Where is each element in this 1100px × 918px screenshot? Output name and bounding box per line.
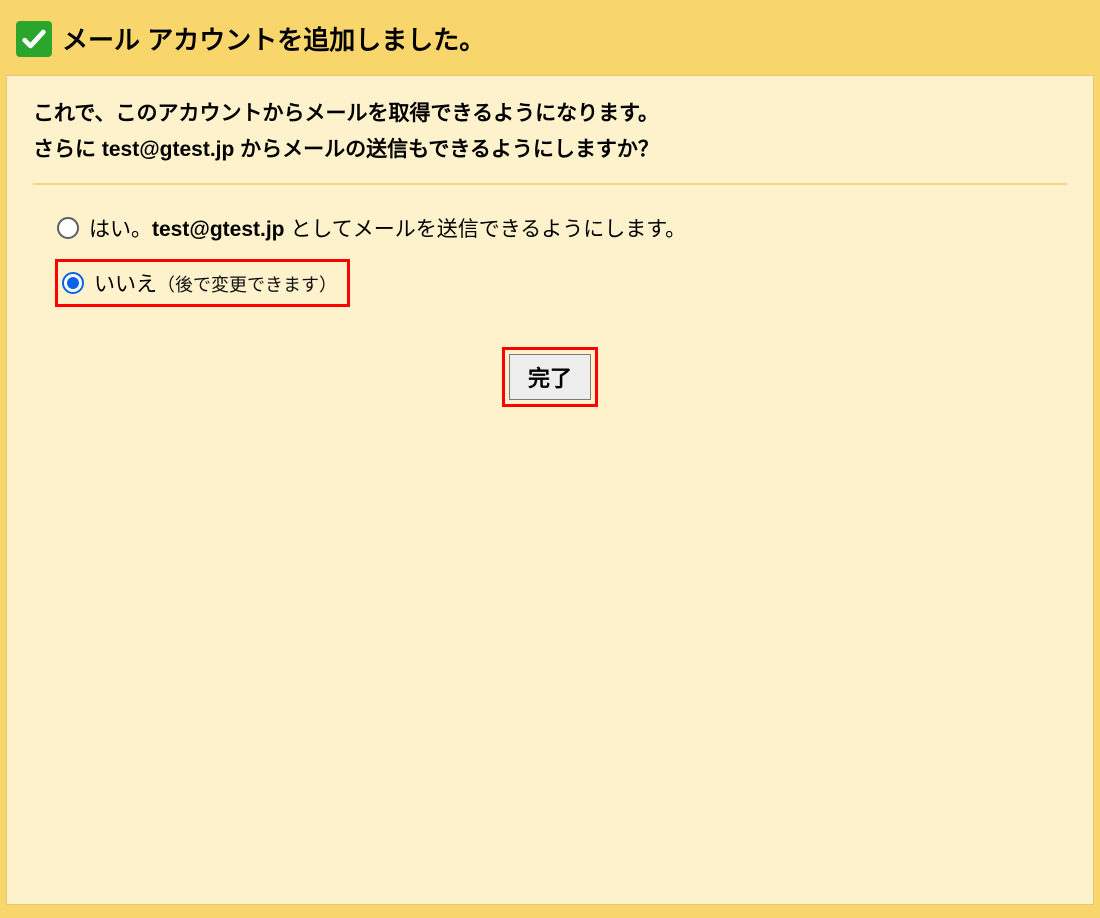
dialog-title: メール アカウントを追加しました。 xyxy=(62,20,485,57)
intro-text: これで、このアカウントからメールを取得できるようになります。 さらに test@… xyxy=(33,96,1067,185)
intro-line-1: これで、このアカウントからメールを取得できるようになります。 xyxy=(33,96,1067,132)
radio-label-yes: はい。test@gtest.jp としてメールを送信できるようにします。 xyxy=(89,213,686,243)
checkmark-icon xyxy=(16,21,52,57)
radio-icon xyxy=(57,217,79,239)
dialog-content: これで、このアカウントからメールを取得できるようになります。 さらに test@… xyxy=(6,75,1094,905)
dialog-header: メール アカウントを追加しました。 xyxy=(6,6,1094,75)
intro-line-2: さらに test@gtest.jp からメールの送信もできるようにしますか？ xyxy=(33,132,1067,168)
submit-highlight-box: 完了 xyxy=(502,347,598,407)
radio-icon xyxy=(62,272,84,294)
radio-label-no: いいえ（後で変更できます） xyxy=(94,268,337,298)
button-container: 完了 xyxy=(33,347,1067,407)
radio-option-yes[interactable]: はい。test@gtest.jp としてメールを送信できるようにします。 xyxy=(55,209,1067,247)
radio-option-no[interactable]: いいえ（後で変更できます） xyxy=(55,259,350,307)
radio-group: はい。test@gtest.jp としてメールを送信できるようにします。 いいえ… xyxy=(33,209,1067,307)
submit-button[interactable]: 完了 xyxy=(509,354,591,400)
